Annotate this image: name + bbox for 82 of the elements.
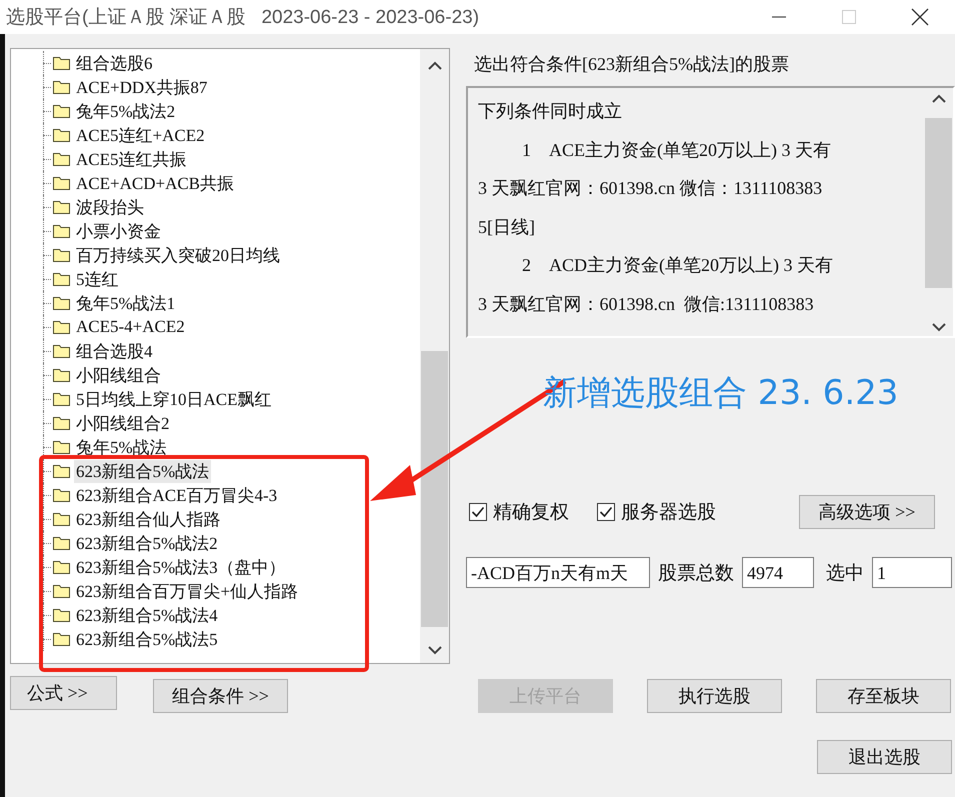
scroll-thumb[interactable]: [925, 118, 952, 288]
folder-icon: [53, 440, 70, 454]
checkbox-label: 精确复权: [493, 501, 569, 525]
condition-line: 3 天飘红官网：601398.cn 微信:1311108383: [478, 292, 815, 316]
folder-icon: [53, 224, 70, 238]
folder-icon: [53, 608, 70, 622]
tree-item[interactable]: 623新组合百万冒尖+仙人指路: [74, 580, 300, 602]
folder-icon: [53, 272, 70, 286]
folder-icon: [53, 392, 70, 406]
tree-item[interactable]: ACE5连红共振: [74, 148, 188, 170]
formula-field[interactable]: -ACD百万n天有m天: [466, 557, 650, 588]
folder-icon: [53, 248, 70, 262]
folder-icon: [53, 416, 70, 430]
folder-icon: [53, 320, 70, 334]
advanced-options-button[interactable]: 高级选项 >>: [799, 495, 935, 529]
tree-item[interactable]: 百万持续买入突破20日均线: [74, 244, 282, 266]
tree-item[interactable]: 小票小资金: [74, 220, 163, 242]
condition-line: 2 ACD主力资金(单笔20万以上) 3 天有: [521, 254, 834, 277]
tree-item[interactable]: 623新组合5%战法3（盘中）: [74, 556, 288, 578]
condition-line: 3 天飘红官网：601398.cn 微信：1311108383: [478, 177, 824, 200]
tree-item[interactable]: 623新组合仙人指路: [74, 508, 222, 530]
tree-item[interactable]: ACE+ACD+ACB共振: [74, 172, 236, 194]
scroll-down-icon[interactable]: [932, 322, 946, 332]
folder-icon: [53, 128, 70, 142]
tree-item[interactable]: ACE+DDX共振87: [74, 76, 210, 98]
condition-line: 5[日线]: [478, 216, 536, 238]
total-field[interactable]: 4974: [742, 557, 814, 588]
scroll-thumb[interactable]: [421, 351, 448, 627]
scrollbar[interactable]: [420, 49, 449, 663]
exit-button[interactable]: 退出选股: [817, 740, 952, 774]
folder-icon: [53, 80, 70, 94]
result-title: 选出符合条件[623新组合5%战法]的股票: [473, 53, 790, 76]
folder-icon: [53, 344, 70, 358]
checkbox[interactable]: [597, 503, 615, 521]
folder-icon: [53, 464, 70, 478]
tree-item[interactable]: ACE5连红+ACE2: [74, 124, 207, 146]
folder-icon: [53, 56, 70, 70]
tree-item[interactable]: 兔年5%战法1: [74, 292, 178, 314]
tree-item[interactable]: 5日均线上穿10日ACE飘红: [74, 388, 274, 410]
dialog-button[interactable]: 组合条件 >>: [153, 679, 288, 713]
folder-icon: [53, 536, 70, 550]
selected-field[interactable]: 1: [872, 557, 952, 588]
tree-item[interactable]: 兔年5%战法: [74, 436, 169, 458]
tree-item[interactable]: 623新组合5%战法2: [74, 532, 220, 554]
folder-icon: [53, 152, 70, 166]
tree-item[interactable]: 小阳线组合2: [74, 412, 172, 434]
close-icon[interactable]: [911, 8, 929, 26]
tree-item[interactable]: 兔年5%战法2: [74, 100, 178, 122]
folder-icon: [53, 200, 70, 214]
folder-icon: [53, 368, 70, 382]
tree-item[interactable]: 623新组合5%战法4: [74, 604, 220, 626]
field-label: 选中: [826, 562, 864, 586]
folder-icon: [53, 560, 70, 574]
folder-icon: [53, 584, 70, 598]
folder-icon: [53, 632, 70, 646]
folder-icon: [53, 296, 70, 310]
tree-item[interactable]: 组合选股6: [74, 52, 154, 74]
tree-item[interactable]: 小阳线组合: [74, 364, 163, 386]
window-title: 选股平台(上证Ａ股 深证Ａ股 2023-06-23 - 2023-06-23): [5, 6, 480, 30]
tree-item[interactable]: 623新组合5%战法: [74, 460, 212, 482]
folder-icon: [53, 176, 70, 190]
dialog-button[interactable]: 公式 >>: [10, 676, 117, 710]
folder-icon: [53, 512, 70, 526]
condition-line: 1 ACE主力资金(单笔20万以上) 3 天有: [521, 138, 832, 162]
tree-item[interactable]: ACE5-4+ACE2: [74, 317, 187, 337]
field-label: 股票总数: [658, 562, 734, 586]
condition-line: 下列条件同时成立: [478, 100, 623, 123]
tree-item[interactable]: 波段抬头: [74, 196, 146, 218]
tree-item[interactable]: 623新组合5%战法5: [74, 628, 220, 650]
scroll-up-icon[interactable]: [932, 94, 946, 104]
scroll-up-icon[interactable]: [428, 61, 442, 71]
checkbox-label: 服务器选股: [621, 501, 716, 525]
folder-icon: [53, 104, 70, 118]
annotation-text: 新增选股组合 23. 6.23: [543, 372, 898, 415]
folder-icon: [53, 488, 70, 502]
action-button[interactable]: 执行选股: [647, 679, 782, 713]
checkbox[interactable]: [469, 503, 487, 521]
action-button[interactable]: 存至板块: [816, 679, 951, 713]
scroll-down-icon[interactable]: [428, 645, 442, 655]
tree-item[interactable]: 5连红: [74, 268, 120, 290]
tree-item[interactable]: 623新组合ACE百万冒尖4-3: [74, 484, 280, 506]
tree-item[interactable]: 组合选股4: [74, 340, 154, 362]
